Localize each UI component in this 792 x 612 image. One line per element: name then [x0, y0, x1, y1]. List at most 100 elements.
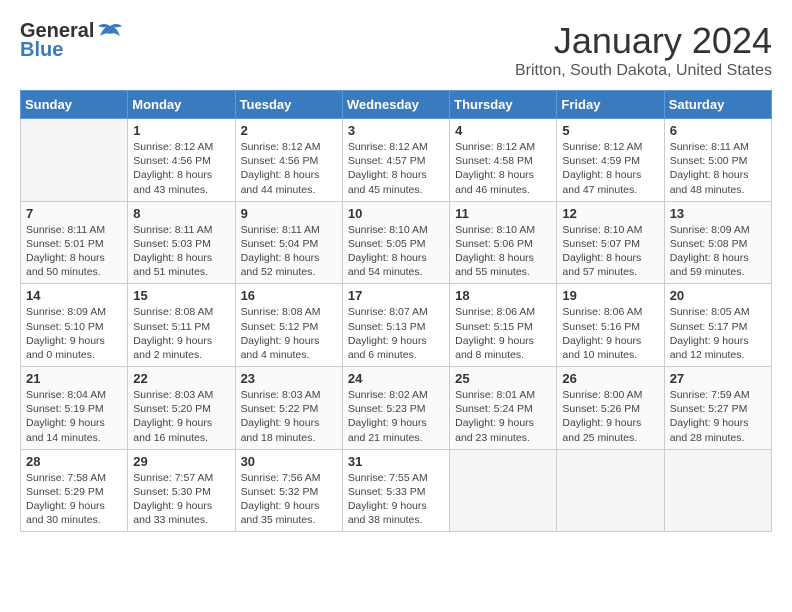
calendar-cell: 27 Sunrise: 7:59 AMSunset: 5:27 PMDayligh… [664, 367, 771, 450]
calendar-cell: 29Sunrise: 7:57 AMSunset: 5:30 PMDayligh… [128, 449, 235, 532]
day-number: 10 [348, 206, 444, 221]
title-block: January 2024 Britton, South Dakota, Unit… [515, 20, 772, 80]
calendar-cell: 23 Sunrise: 8:03 AMSunset: 5:22 PMDayligh… [235, 367, 342, 450]
calendar-cell: 25 Sunrise: 8:01 AMSunset: 5:24 PMDayligh… [450, 367, 557, 450]
calendar-cell: 12Sunrise: 8:10 AMSunset: 5:07 PMDayligh… [557, 201, 664, 284]
week-row-5: 28 Sunrise: 7:58 AMSunset: 5:29 PMDayligh… [21, 449, 772, 532]
calendar-cell: 10 Sunrise: 8:10 AMSunset: 5:05 PMDayligh… [342, 201, 449, 284]
calendar-cell: 28 Sunrise: 7:58 AMSunset: 5:29 PMDayligh… [21, 449, 128, 532]
calendar-cell: 26 Sunrise: 8:00 AMSunset: 5:26 PMDayligh… [557, 367, 664, 450]
calendar-cell: 16Sunrise: 8:08 AMSunset: 5:12 PMDayligh… [235, 284, 342, 367]
header-monday: Monday [128, 91, 235, 119]
day-info: Sunrise: 8:03 AMSunset: 5:20 PMDaylight:… [133, 388, 229, 445]
day-number: 23 [241, 371, 337, 386]
calendar-cell: 18 Sunrise: 8:06 AMSunset: 5:15 PMDayligh… [450, 284, 557, 367]
day-info: Sunrise: 8:09 AMSunset: 5:08 PMDaylight:… [670, 223, 766, 280]
day-info: Sunrise: 8:08 AMSunset: 5:11 PMDaylight:… [133, 305, 229, 362]
header-saturday: Saturday [664, 91, 771, 119]
day-number: 2 [241, 123, 337, 138]
day-number: 8 [133, 206, 229, 221]
day-info: Sunrise: 7:56 AMSunset: 5:32 PMDaylight:… [241, 471, 337, 528]
day-info: Sunrise: 7:59 AMSunset: 5:27 PMDaylight:… [670, 388, 766, 445]
day-number: 31 [348, 454, 444, 469]
day-info: Sunrise: 8:03 AMSunset: 5:22 PMDaylight:… [241, 388, 337, 445]
day-number: 17 [348, 288, 444, 303]
calendar-cell: 24 Sunrise: 8:02 AMSunset: 5:23 PMDayligh… [342, 367, 449, 450]
day-number: 18 [455, 288, 551, 303]
calendar-cell: 20 Sunrise: 8:05 AMSunset: 5:17 PMDayligh… [664, 284, 771, 367]
week-row-3: 14Sunrise: 8:09 AMSunset: 5:10 PMDayligh… [21, 284, 772, 367]
day-number: 19 [562, 288, 658, 303]
day-number: 15 [133, 288, 229, 303]
day-number: 28 [26, 454, 122, 469]
day-number: 3 [348, 123, 444, 138]
day-number: 21 [26, 371, 122, 386]
day-info: Sunrise: 8:07 AMSunset: 5:13 PMDaylight:… [348, 305, 444, 362]
day-info: Sunrise: 8:12 AMSunset: 4:56 PMDaylight:… [133, 140, 229, 197]
calendar-cell: 19 Sunrise: 8:06 AMSunset: 5:16 PMDayligh… [557, 284, 664, 367]
day-number: 29 [133, 454, 229, 469]
header-wednesday: Wednesday [342, 91, 449, 119]
calendar-cell [21, 119, 128, 202]
calendar-cell: 21Sunrise: 8:04 AMSunset: 5:19 PMDayligh… [21, 367, 128, 450]
day-info: Sunrise: 8:12 AMSunset: 4:59 PMDaylight:… [562, 140, 658, 197]
day-number: 6 [670, 123, 766, 138]
header-thursday: Thursday [450, 91, 557, 119]
calendar-cell: 4 Sunrise: 8:12 AMSunset: 4:58 PMDaylight… [450, 119, 557, 202]
day-info: Sunrise: 8:05 AMSunset: 5:17 PMDaylight:… [670, 305, 766, 362]
calendar-cell: 30 Sunrise: 7:56 AMSunset: 5:32 PMDayligh… [235, 449, 342, 532]
day-info: Sunrise: 7:55 AMSunset: 5:33 PMDaylight:… [348, 471, 444, 528]
location-title: Britton, South Dakota, United States [515, 62, 772, 80]
month-title: January 2024 [515, 20, 772, 62]
day-info: Sunrise: 8:12 AMSunset: 4:56 PMDaylight:… [241, 140, 337, 197]
calendar-cell [557, 449, 664, 532]
day-number: 24 [348, 371, 444, 386]
day-number: 5 [562, 123, 658, 138]
day-number: 30 [241, 454, 337, 469]
calendar-cell: 5 Sunrise: 8:12 AMSunset: 4:59 PMDaylight… [557, 119, 664, 202]
calendar-cell: 14Sunrise: 8:09 AMSunset: 5:10 PMDayligh… [21, 284, 128, 367]
calendar-header-row: SundayMondayTuesdayWednesdayThursdayFrid… [21, 91, 772, 119]
day-info: Sunrise: 8:00 AMSunset: 5:26 PMDaylight:… [562, 388, 658, 445]
header-friday: Friday [557, 91, 664, 119]
day-info: Sunrise: 8:10 AMSunset: 5:07 PMDaylight:… [562, 223, 658, 280]
day-number: 20 [670, 288, 766, 303]
day-number: 4 [455, 123, 551, 138]
week-row-2: 7Sunrise: 8:11 AMSunset: 5:01 PMDaylight… [21, 201, 772, 284]
day-number: 13 [670, 206, 766, 221]
logo: General Blue [20, 20, 124, 62]
day-number: 1 [133, 123, 229, 138]
day-number: 11 [455, 206, 551, 221]
day-info: Sunrise: 8:02 AMSunset: 5:23 PMDaylight:… [348, 388, 444, 445]
day-info: Sunrise: 8:12 AMSunset: 4:58 PMDaylight:… [455, 140, 551, 197]
day-number: 26 [562, 371, 658, 386]
day-info: Sunrise: 8:11 AMSunset: 5:04 PMDaylight:… [241, 223, 337, 280]
header: General Blue January 2024 Britton, South… [20, 20, 772, 80]
calendar-cell [450, 449, 557, 532]
calendar-cell: 9Sunrise: 8:11 AMSunset: 5:04 PMDaylight… [235, 201, 342, 284]
week-row-4: 21Sunrise: 8:04 AMSunset: 5:19 PMDayligh… [21, 367, 772, 450]
week-row-1: 1 Sunrise: 8:12 AMSunset: 4:56 PMDaylight… [21, 119, 772, 202]
day-info: Sunrise: 8:12 AMSunset: 4:57 PMDaylight:… [348, 140, 444, 197]
day-number: 22 [133, 371, 229, 386]
day-info: Sunrise: 8:06 AMSunset: 5:16 PMDaylight:… [562, 305, 658, 362]
calendar-cell: 31 Sunrise: 7:55 AMSunset: 5:33 PMDayligh… [342, 449, 449, 532]
day-info: Sunrise: 8:10 AMSunset: 5:05 PMDaylight:… [348, 223, 444, 280]
day-number: 25 [455, 371, 551, 386]
day-info: Sunrise: 7:58 AMSunset: 5:29 PMDaylight:… [26, 471, 122, 528]
day-info: Sunrise: 8:06 AMSunset: 5:15 PMDaylight:… [455, 305, 551, 362]
calendar-cell: 8 Sunrise: 8:11 AMSunset: 5:03 PMDaylight… [128, 201, 235, 284]
day-info: Sunrise: 8:10 AMSunset: 5:06 PMDaylight:… [455, 223, 551, 280]
day-info: Sunrise: 8:11 AMSunset: 5:03 PMDaylight:… [133, 223, 229, 280]
calendar-cell [664, 449, 771, 532]
calendar-cell: 7Sunrise: 8:11 AMSunset: 5:01 PMDaylight… [21, 201, 128, 284]
calendar-cell: 15 Sunrise: 8:08 AMSunset: 5:11 PMDayligh… [128, 284, 235, 367]
header-tuesday: Tuesday [235, 91, 342, 119]
day-number: 16 [241, 288, 337, 303]
day-info: Sunrise: 8:01 AMSunset: 5:24 PMDaylight:… [455, 388, 551, 445]
day-number: 27 [670, 371, 766, 386]
calendar-cell: 2 Sunrise: 8:12 AMSunset: 4:56 PMDaylight… [235, 119, 342, 202]
day-info: Sunrise: 8:09 AMSunset: 5:10 PMDaylight:… [26, 305, 122, 362]
calendar-cell: 11 Sunrise: 8:10 AMSunset: 5:06 PMDayligh… [450, 201, 557, 284]
calendar-cell: 22 Sunrise: 8:03 AMSunset: 5:20 PMDayligh… [128, 367, 235, 450]
